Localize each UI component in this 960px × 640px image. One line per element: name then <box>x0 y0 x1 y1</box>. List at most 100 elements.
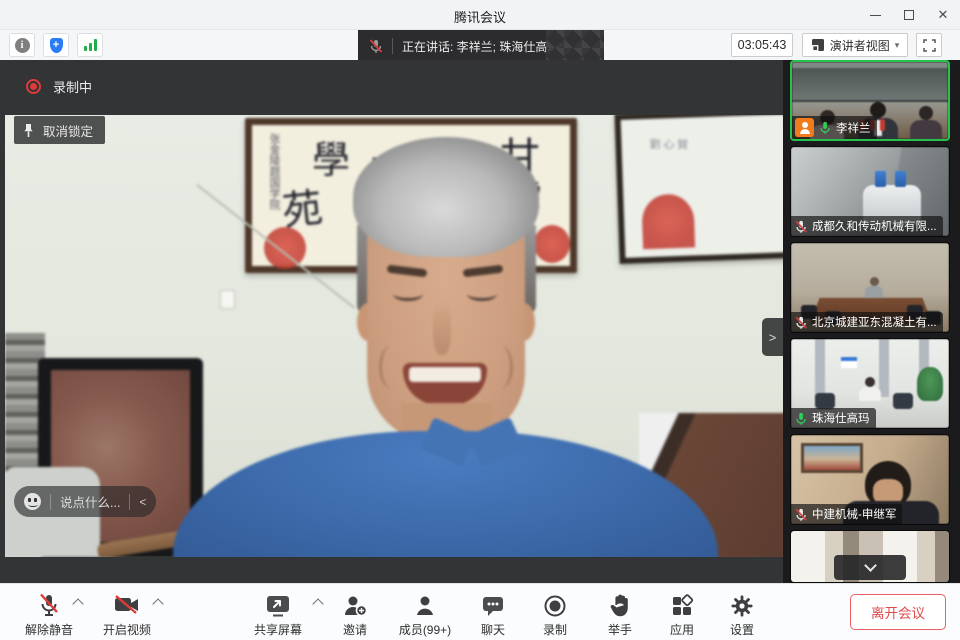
view-mode-button[interactable]: 演讲者视图 ▾ <box>802 33 908 57</box>
smile-line <box>379 345 405 389</box>
apps-button[interactable]: 应用 <box>652 584 712 638</box>
person-shirt <box>173 431 718 557</box>
invite-button[interactable]: 邀请 <box>324 584 386 638</box>
mic-on-icon <box>818 120 832 135</box>
participant-tile[interactable]: 北京城建亚东混凝土有... <box>790 242 950 333</box>
signal-bars-icon <box>84 39 97 51</box>
person-hair <box>353 137 539 257</box>
participant-name: 李祥兰 <box>836 120 871 136</box>
invite-person-icon <box>342 592 368 618</box>
muted-mic-icon <box>368 38 384 54</box>
speaker-view-icon <box>811 38 825 52</box>
mic-options-caret[interactable] <box>74 600 82 608</box>
maximize-button[interactable] <box>892 0 926 30</box>
unmute-label: 解除静音 <box>25 621 73 638</box>
meeting-toolbar: i + 正在讲话: 李祥兰; 珠海仕高玛; 03:05:43 演讲者视图 ▾ <box>0 30 960 60</box>
info-icon: i <box>15 38 30 53</box>
participant-tile[interactable]: 李祥兰 <box>790 60 950 141</box>
participant-tile[interactable]: 中建机械-申继军 <box>790 434 950 525</box>
record-icon <box>543 592 567 618</box>
participants-sidebar: 李祥兰 成都久和传动机械有限... <box>783 60 960 583</box>
close-button[interactable]: ✕ <box>926 0 960 30</box>
camera-muted-icon <box>113 592 141 618</box>
chat-input-placeholder[interactable]: 说点什么... <box>60 492 120 511</box>
start-video-button[interactable]: 开启视频 <box>88 584 166 638</box>
fullscreen-button[interactable] <box>916 33 942 57</box>
participant-name: 北京城建亚东混凝土有... <box>812 314 937 330</box>
quick-chat-bar[interactable]: 说点什么... < <box>14 486 156 517</box>
record-label: 录制 <box>543 621 567 638</box>
emoji-icon[interactable] <box>24 493 41 510</box>
speaking-banner: 正在讲话: 李祥兰; 珠海仕高玛; <box>358 30 604 62</box>
participant-name: 成都久和传动机械有限... <box>812 218 937 234</box>
participant-tile[interactable]: 成都久和传动机械有限... <box>790 146 950 237</box>
participant-namebar: 北京城建亚东混凝土有... <box>791 312 943 332</box>
settings-button[interactable]: 设置 <box>712 584 772 638</box>
members-button[interactable]: 成员(99+) <box>386 584 464 638</box>
banner-divider <box>392 38 393 54</box>
security-button[interactable]: + <box>43 33 69 57</box>
participant-namebar: 珠海仕高玛 <box>791 408 876 428</box>
meeting-info-button[interactable]: i <box>9 33 35 57</box>
mic-on-icon <box>794 411 808 426</box>
chevron-down-icon: ▾ <box>895 40 900 51</box>
certificate-frame: 劉 心 賀 <box>614 115 783 264</box>
apps-label: 应用 <box>670 621 694 638</box>
chevron-down-icon <box>864 559 877 572</box>
view-mode-label: 演讲者视图 <box>830 37 890 54</box>
network-quality-button[interactable] <box>77 33 103 57</box>
raise-hand-icon <box>608 592 632 618</box>
share-screen-label: 共享屏幕 <box>254 621 302 638</box>
participant-tile-partial[interactable] <box>790 530 950 583</box>
settings-label: 设置 <box>730 621 754 638</box>
members-icon <box>412 592 438 618</box>
person-eye <box>467 287 497 301</box>
invite-label: 邀请 <box>343 621 367 638</box>
chat-button[interactable]: 聊天 <box>464 584 522 638</box>
share-screen-button[interactable]: 共享屏幕 <box>232 584 324 638</box>
recording-label: 录制中 <box>53 77 92 96</box>
mic-muted-icon <box>794 315 808 330</box>
chevron-left-icon[interactable]: < <box>139 495 146 509</box>
person-nose <box>433 300 451 355</box>
video-options-caret[interactable] <box>154 600 162 608</box>
unpin-label: 取消锁定 <box>43 121 93 140</box>
sidebar-collapse-tab[interactable]: > <box>762 318 783 356</box>
mic-muted-icon <box>37 592 61 618</box>
pin-icon <box>22 123 35 138</box>
shield-plus-icon: + <box>50 38 63 53</box>
leave-meeting-button[interactable]: 离开会议 <box>850 594 946 630</box>
speaking-text: 正在讲话: 李祥兰; 珠海仕高玛; <box>402 38 563 55</box>
raise-hand-button[interactable]: 举手 <box>588 584 652 638</box>
main-video-feed[interactable]: 甘 露 梯 才 學 苑 张金陵题国学院 劉 心 賀 <box>0 60 783 583</box>
share-screen-icon <box>264 592 292 618</box>
fullscreen-icon <box>923 39 936 52</box>
share-options-caret[interactable] <box>314 600 322 608</box>
title-bar: 腾讯会议 ✕ <box>0 0 960 30</box>
person-eye <box>393 287 423 301</box>
participant-namebar: 成都久和传动机械有限... <box>791 216 943 236</box>
chat-bubble-icon <box>480 592 506 618</box>
chevron-right-icon: > <box>769 330 777 345</box>
window-title: 腾讯会议 <box>0 7 960 26</box>
apps-grid-icon <box>670 592 694 618</box>
participant-name: 中建机械-申继军 <box>812 506 896 522</box>
gear-icon <box>730 592 754 618</box>
record-button[interactable]: 录制 <box>522 584 588 638</box>
host-badge-icon <box>795 118 814 137</box>
pill-divider <box>129 494 130 510</box>
record-dot-icon <box>26 79 41 94</box>
minimize-button[interactable] <box>858 0 892 30</box>
mic-muted-icon <box>794 507 808 522</box>
wall-outlet <box>220 290 235 309</box>
smile-line <box>487 345 513 389</box>
participant-namebar: 中建机械-申继军 <box>791 504 902 524</box>
unpin-button[interactable]: 取消锁定 <box>14 116 105 144</box>
pill-divider <box>50 494 51 510</box>
meeting-timer: 03:05:43 <box>731 33 793 57</box>
scroll-down-button[interactable] <box>834 555 906 580</box>
unmute-button[interactable]: 解除静音 <box>10 584 88 638</box>
participant-tile[interactable]: 珠海仕高玛 <box>790 338 950 429</box>
control-bar: 解除静音 开启视频 共享屏幕 <box>0 583 960 640</box>
start-video-label: 开启视频 <box>103 621 151 638</box>
